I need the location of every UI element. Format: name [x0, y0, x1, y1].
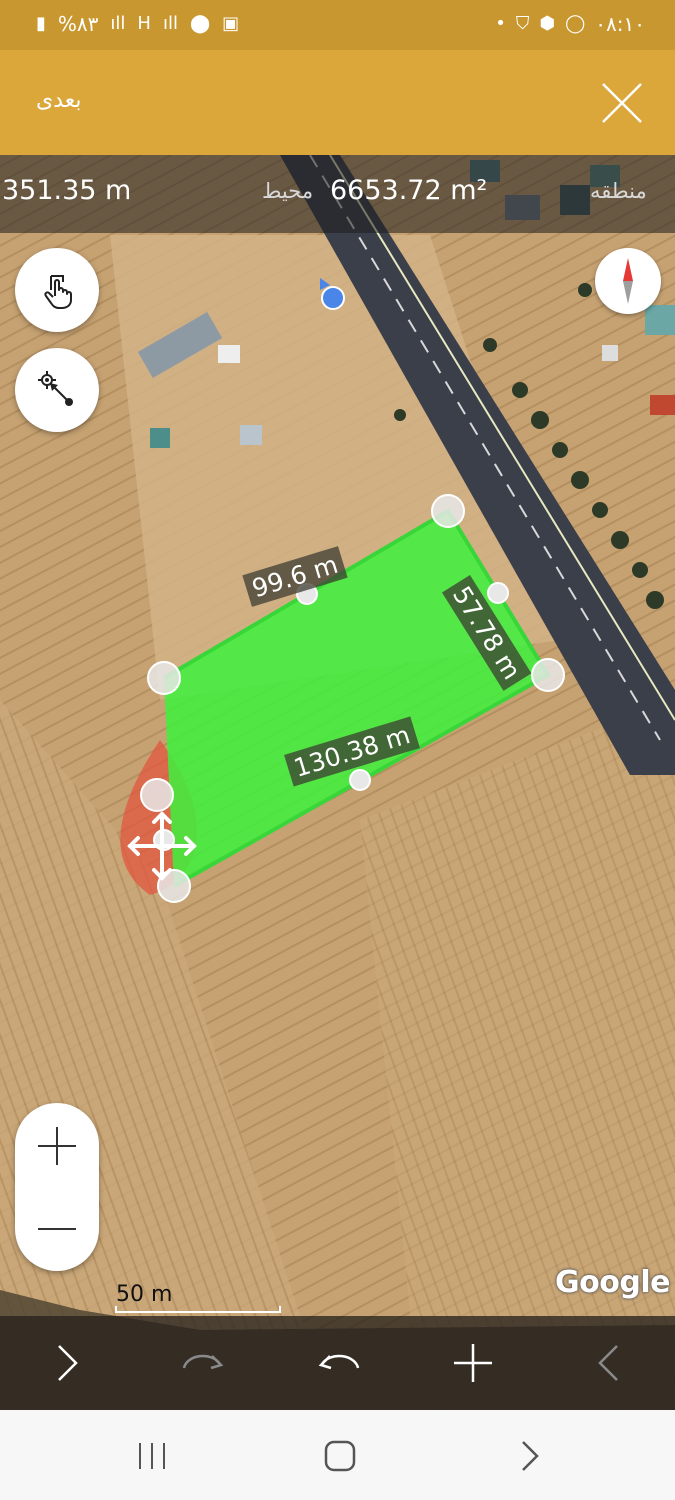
battery-icon: ▮: [36, 13, 46, 34]
chevron-right-icon: [522, 1441, 539, 1471]
next-button[interactable]: بعدی: [36, 88, 82, 113]
signal-icon: ıll: [110, 13, 126, 34]
zoom-in-button[interactable]: [15, 1103, 99, 1187]
gps-point-icon: [38, 371, 73, 406]
notification-icon: ▣: [222, 13, 240, 34]
system-back-button[interactable]: [510, 1436, 550, 1476]
battery-level: %۸۳: [57, 12, 99, 36]
status-right: • ⛉ ⬢ ◯ ۰۸:۱۰: [495, 12, 645, 36]
app-bar: بعدی: [0, 50, 675, 155]
chevron-left-icon: [598, 1345, 618, 1381]
vertex-handle: [140, 778, 174, 812]
touch-mode-button[interactable]: [15, 248, 99, 332]
location-icon: ⬤: [189, 13, 211, 34]
close-icon[interactable]: [601, 82, 643, 124]
measurement-bar: 351.35 m محیط 6653.72 m² منطقه: [0, 155, 675, 233]
area-value: 6653.72 m²: [330, 175, 488, 206]
whatsapp-icon: ◯: [565, 13, 586, 34]
zoom-control: [15, 1103, 99, 1271]
shield-icon: ⛉: [515, 13, 530, 34]
gps-point-button[interactable]: [15, 348, 99, 432]
system-navigation-bar: [0, 1410, 675, 1500]
back-button[interactable]: [584, 1338, 634, 1388]
recents-icon: [139, 1443, 165, 1469]
perimeter-label: محیط: [262, 179, 314, 203]
chevron-right-icon: [58, 1345, 78, 1381]
edit-toolbar: [0, 1316, 675, 1410]
app-icon: ⬢: [539, 13, 556, 34]
undo-icon: [318, 1354, 360, 1370]
signal-icon-2: ıll: [162, 13, 178, 34]
satellite-map[interactable]: 99.6 m 57.78 m 130.38 m: [0, 155, 675, 1410]
network-type: H: [137, 13, 151, 34]
plus-icon: [38, 1127, 76, 1165]
plus-icon: [454, 1344, 492, 1382]
google-attribution: Google: [555, 1265, 670, 1300]
redo-icon: [182, 1354, 224, 1370]
redo-button[interactable]: [178, 1338, 228, 1388]
perimeter-value: 351.35 m: [2, 175, 132, 206]
home-button[interactable]: [320, 1436, 360, 1476]
undo-button[interactable]: [314, 1338, 364, 1388]
compass-icon: [623, 258, 633, 304]
status-bar: ▮ %۸۳ ıll H ıll ⬤ ▣ • ⛉ ⬢ ◯ ۰۸:۱۰: [0, 0, 675, 50]
vertex-handle: [431, 494, 465, 528]
minus-icon: [38, 1228, 76, 1230]
map-imagery: [0, 155, 675, 1410]
vertex-handle: [531, 658, 565, 692]
add-point-button[interactable]: [448, 1338, 498, 1388]
compass-button[interactable]: [595, 248, 661, 314]
dot-icon: •: [495, 13, 506, 34]
area-label: منطقه: [590, 179, 647, 203]
forward-button[interactable]: [42, 1338, 92, 1388]
vertex-handle: [147, 661, 181, 695]
status-left: ▮ %۸۳ ıll H ıll ⬤ ▣: [36, 12, 239, 36]
zoom-out-button[interactable]: [15, 1187, 99, 1271]
home-icon: [324, 1440, 356, 1472]
recent-apps-button[interactable]: [132, 1436, 172, 1476]
hand-pointer-icon: [44, 275, 72, 309]
clock: ۰۸:۱۰: [595, 12, 645, 36]
scale-label: 50 m: [116, 1282, 173, 1307]
